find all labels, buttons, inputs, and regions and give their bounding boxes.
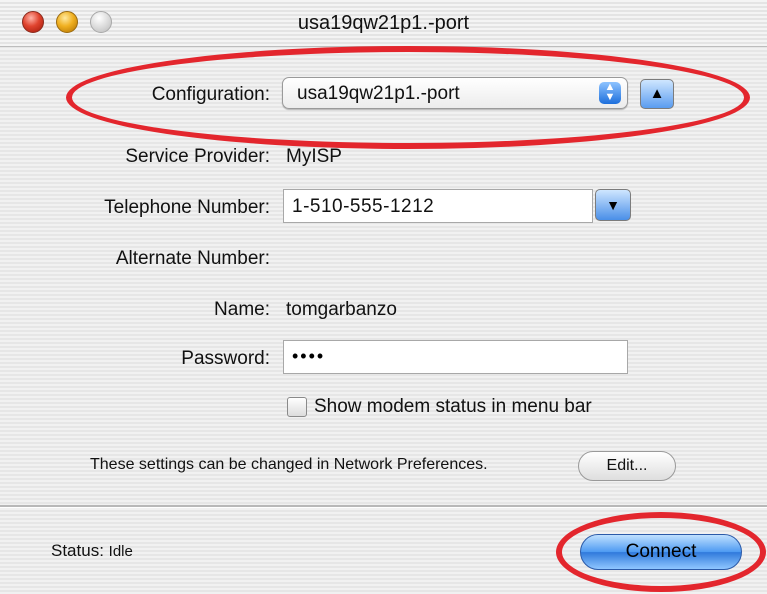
status-value: Idle	[108, 543, 133, 560]
telephone-number-field[interactable]: 1-510-555-1212	[283, 189, 593, 223]
footer-divider	[0, 505, 767, 508]
edit-button[interactable]: Edit...	[578, 451, 676, 481]
name-label: Name:	[214, 299, 270, 320]
internet-connect-window: usa19qw21p1.-port Configuration: usa19qw…	[0, 0, 767, 594]
password-value: ••••	[292, 346, 326, 366]
password-field[interactable]: ••••	[283, 340, 628, 374]
collapse-up-button[interactable]: ▲	[640, 79, 674, 109]
chevron-down-icon: ▼	[606, 197, 620, 213]
alternate-number-label: Alternate Number:	[115, 248, 270, 269]
telephone-dropdown-button[interactable]: ▼	[595, 189, 631, 221]
show-modem-status-checkbox[interactable]	[287, 397, 307, 417]
service-provider-label: Service Provider:	[125, 146, 270, 167]
title-bar[interactable]: usa19qw21p1.-port	[0, 0, 767, 47]
connect-button[interactable]: Connect	[580, 534, 742, 570]
configuration-label: Configuration:	[151, 84, 270, 105]
configuration-popup[interactable]: usa19qw21p1.-port ▲ ▼	[282, 77, 628, 109]
status-key: Status:	[51, 541, 104, 560]
service-provider-value: MyISP	[286, 146, 342, 167]
name-value: tomgarbanzo	[286, 299, 397, 320]
network-preferences-note: These settings can be changed in Network…	[90, 456, 488, 473]
configuration-value: usa19qw21p1.-port	[297, 83, 460, 104]
up-arrow-icon: ▲	[649, 85, 665, 102]
window-title: usa19qw21p1.-port	[297, 12, 470, 34]
telephone-number-label: Telephone Number:	[104, 197, 270, 218]
status-line: Status: Idle	[51, 541, 133, 561]
show-modem-status-label[interactable]: Show modem status in menu bar	[314, 396, 592, 418]
telephone-number-value: 1-510-555-1212	[292, 196, 435, 217]
popup-arrows-icon: ▲ ▼	[599, 82, 621, 104]
password-label: Password:	[181, 348, 270, 369]
